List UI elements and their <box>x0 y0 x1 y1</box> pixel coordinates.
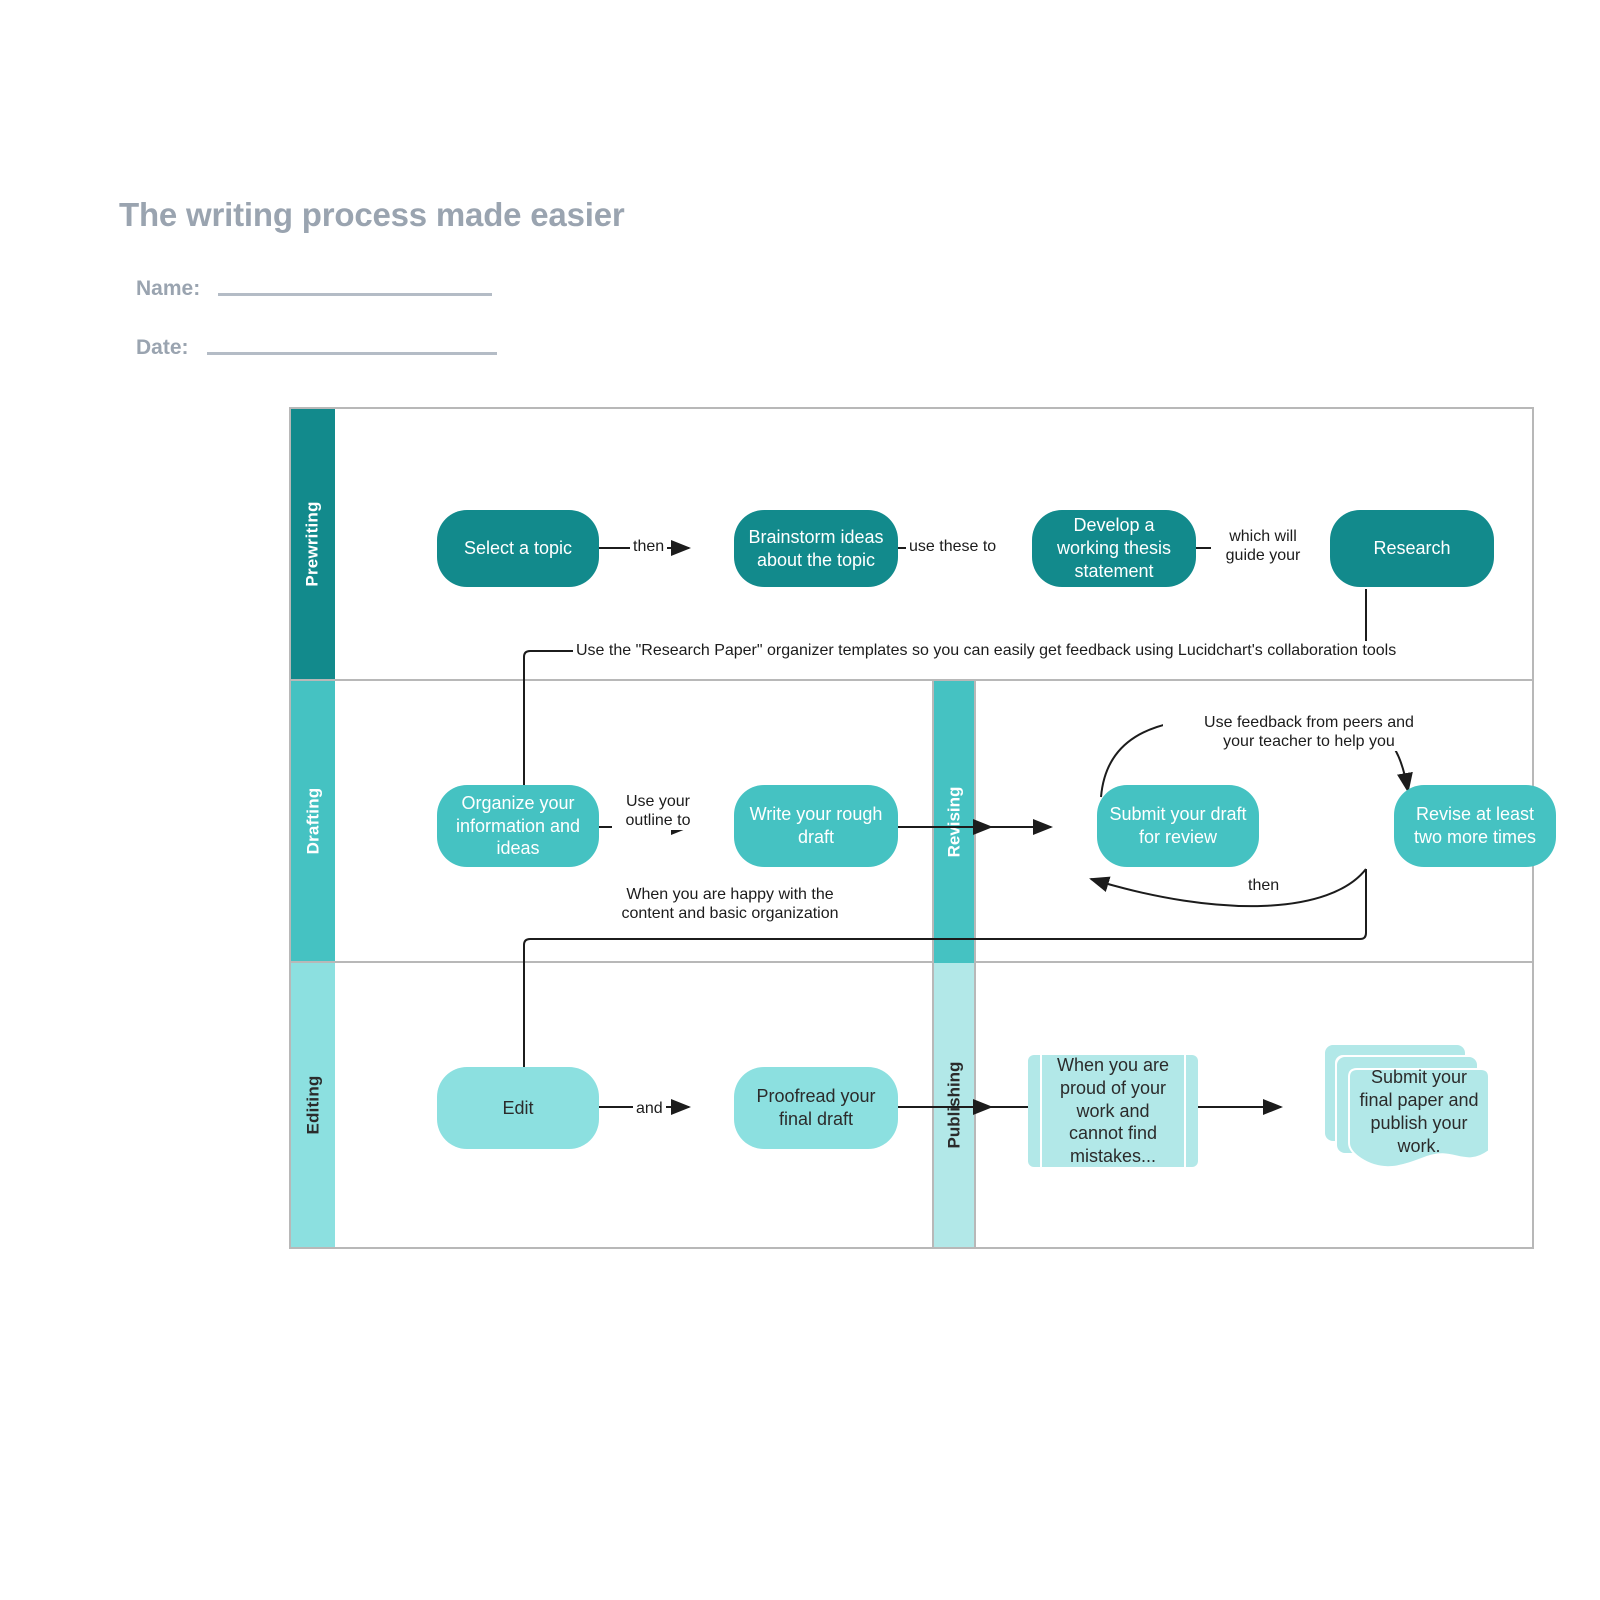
lane-label-drafting: Drafting <box>303 787 323 855</box>
sublane-header-publishing[interactable]: Publishing <box>932 963 976 1247</box>
lane-header-drafting[interactable]: Drafting <box>291 681 335 961</box>
edge-label-and: and <box>633 1099 666 1119</box>
node-label: Develop a working thesis statement <box>1056 515 1172 581</box>
lane-header-editing[interactable]: Editing <box>291 963 335 1247</box>
node-proud-of-your-work[interactable]: When you are proud of your work and cann… <box>1028 1055 1198 1167</box>
edge-label-then-1: then <box>630 537 668 557</box>
node-develop-thesis[interactable]: Develop a working thesis statement <box>1032 510 1196 587</box>
node-label: Organize your information and ideas <box>455 792 581 859</box>
node-select-a-topic[interactable]: Select a topic <box>437 510 599 587</box>
lane-header-prewriting[interactable]: Prewriting <box>291 409 335 679</box>
swimlane-container: Prewriting Select a topic Brainstorm ide… <box>289 407 1556 1249</box>
node-label: Proofread your final draft <box>756 1086 876 1129</box>
date-field-row: Date: <box>136 336 497 360</box>
diagram-page: The writing process made easier Name: Da… <box>0 0 1600 1600</box>
node-edit[interactable]: Edit <box>437 1067 599 1149</box>
node-proofread-final-draft[interactable]: Proofread your final draft <box>734 1067 898 1149</box>
node-label: Submit your final paper and publish your… <box>1359 1067 1479 1156</box>
lane-body-prewriting: Select a topic Brainstorm ideas about th… <box>335 409 1532 679</box>
node-write-rough-draft[interactable]: Write your rough draft <box>734 785 898 867</box>
edge-label-happy-with-content: When you are happy with the content and … <box>590 885 870 924</box>
node-label: When you are proud of your work and cann… <box>1056 1054 1170 1167</box>
node-label: Submit your draft for review <box>1109 804 1247 847</box>
node-submit-draft-for-review[interactable]: Submit your draft for review <box>1097 785 1259 867</box>
edge-label-then-2: then <box>1245 876 1283 896</box>
node-organize-information[interactable]: Organize your information and ideas <box>437 785 599 867</box>
name-blank-line[interactable] <box>218 293 493 296</box>
lane-editing: Editing Edit Proofread your final draft … <box>291 963 1532 1247</box>
page-title: The writing process made easier <box>119 196 625 233</box>
edge-label-research-paper-note: Use the "Research Paper" organizer templ… <box>573 641 1400 661</box>
node-label: Write your rough draft <box>749 804 883 847</box>
sublane-label-revising: Revising <box>944 786 964 858</box>
edge-label-use-feedback: Use feedback from peers and your teacher… <box>1163 713 1455 752</box>
node-label: Revise at least two more times <box>1413 804 1537 847</box>
sublane-header-revising[interactable]: Revising <box>932 681 976 963</box>
node-submit-final-paper[interactable]: Submit your final paper and publish your… <box>1325 1045 1490 1173</box>
lane-prewriting: Prewriting Select a topic Brainstorm ide… <box>291 409 1532 681</box>
node-research[interactable]: Research <box>1330 510 1494 587</box>
name-field-row: Name: <box>136 277 493 301</box>
lane-body-editing: Edit Proofread your final draft Publishi… <box>335 963 1532 1247</box>
edge-label-use-your-outline-to: Use your outline to <box>612 792 704 831</box>
lane-label-editing: Editing <box>303 1075 322 1135</box>
node-label: Select a topic <box>463 538 573 559</box>
sublane-label-publishing: Publishing <box>944 1061 964 1149</box>
node-label: Research <box>1373 538 1451 559</box>
name-label: Name: <box>136 277 201 300</box>
edge-label-use-these-to: use these to <box>906 537 1000 557</box>
lane-body-drafting: Organize your information and ideas Writ… <box>335 681 1556 963</box>
node-brainstorm-ideas[interactable]: Brainstorm ideas about the topic <box>734 510 898 587</box>
lane-label-prewriting: Prewriting <box>303 501 322 587</box>
lane-drafting: Drafting Organize your information and i… <box>291 681 1556 963</box>
node-label: Edit <box>502 1097 534 1118</box>
date-label: Date: <box>136 336 189 359</box>
date-blank-line[interactable] <box>206 352 497 355</box>
edge-label-which-will-guide-your: which will guide your <box>1211 527 1315 566</box>
node-label: Brainstorm ideas about the topic <box>748 526 884 570</box>
node-revise-two-more-times[interactable]: Revise at least two more times <box>1394 785 1556 867</box>
node-label-wrapper: Submit your final paper and publish your… <box>1349 1067 1489 1156</box>
